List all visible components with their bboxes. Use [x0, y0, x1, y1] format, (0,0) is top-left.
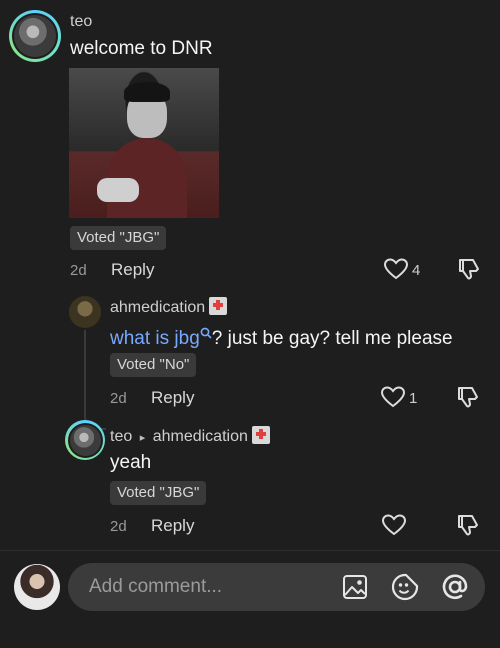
- photo-hair: [124, 82, 170, 102]
- post-image[interactable]: [69, 68, 219, 218]
- reply2-time: 2d: [110, 518, 127, 535]
- heart-icon[interactable]: [382, 514, 406, 536]
- reply2-header: teo ▸ ahmedication: [110, 426, 270, 446]
- reply1-message-text: ? just be gay? tell me please: [211, 328, 453, 349]
- avatar[interactable]: [9, 10, 61, 62]
- post-username[interactable]: teo: [70, 13, 92, 31]
- thumbs-down-icon[interactable]: [455, 385, 481, 409]
- post-like-count: 4: [412, 262, 421, 279]
- sticker-icon[interactable]: [391, 573, 419, 601]
- reply-arrow-icon: ▸: [139, 432, 146, 444]
- vote-badge: Voted "No": [110, 353, 197, 377]
- hospital-icon: [251, 426, 270, 444]
- thumbs-down-icon[interactable]: [455, 513, 481, 537]
- reply1-time: 2d: [110, 390, 127, 407]
- reply2-reply-to[interactable]: ahmedication: [153, 428, 248, 445]
- post-reply-button[interactable]: Reply: [111, 260, 154, 280]
- avatar[interactable]: [14, 564, 60, 610]
- avatar[interactable]: [69, 296, 101, 328]
- reply1-username[interactable]: ahmedication: [110, 297, 228, 317]
- reply1-username-text: ahmedication: [110, 299, 206, 316]
- thread-line: [84, 330, 86, 400]
- search-icon[interactable]: [200, 323, 212, 345]
- at-sign-icon[interactable]: [440, 572, 470, 602]
- reply2-message: yeah: [110, 452, 152, 473]
- vote-badge: Voted "JBG": [110, 481, 207, 505]
- thumbs-down-icon[interactable]: [456, 257, 482, 281]
- reply1-reply-button[interactable]: Reply: [151, 388, 194, 408]
- hospital-icon: [209, 297, 228, 315]
- comment-placeholder: Add comment...: [89, 576, 223, 597]
- photo-hand: [97, 178, 139, 202]
- post-message: welcome to DNR: [70, 38, 213, 59]
- vote-badge: Voted "JBG": [70, 226, 167, 250]
- heart-icon[interactable]: [381, 386, 405, 408]
- post-time: 2d: [70, 262, 87, 279]
- reply1-message: what is jbg ? just be gay? tell me please: [110, 323, 453, 350]
- reply2-reply-button[interactable]: Reply: [151, 516, 194, 536]
- heart-icon[interactable]: [384, 258, 408, 280]
- image-icon[interactable]: [342, 574, 368, 600]
- avatar[interactable]: [65, 420, 105, 460]
- jbg-link[interactable]: what is jbg: [110, 328, 200, 349]
- reply1-like-count: 1: [409, 390, 418, 407]
- reply2-username[interactable]: teo: [110, 428, 132, 445]
